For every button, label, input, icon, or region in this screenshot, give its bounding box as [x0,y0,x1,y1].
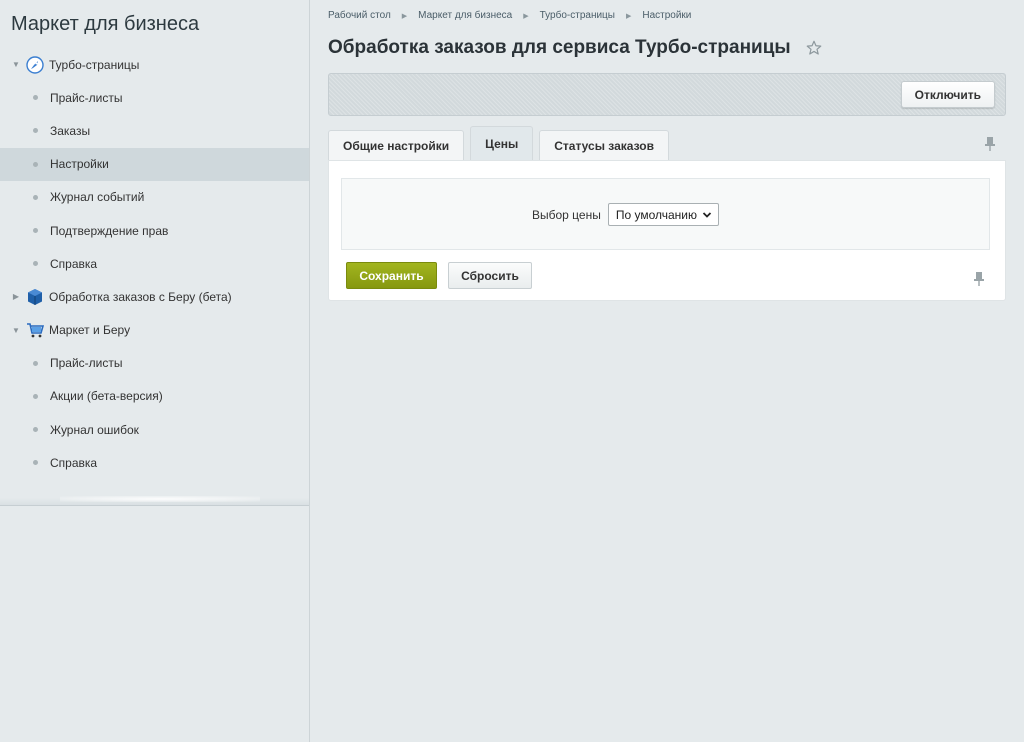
bullet-icon [33,460,38,466]
disable-button[interactable]: Отключить [900,81,995,108]
bullet-icon [33,194,38,200]
sidebar-title: Маркет для бизнеса [11,13,200,35]
price-label: Выбор цены [532,207,601,222]
breadcrumb: Рабочий стол ▶ Маркет для бизнеса ▶ Турб… [328,10,691,21]
bullet-icon [33,95,38,101]
sidebar-item-price-lists-2[interactable]: Прайс-листы [0,347,309,380]
sidebar-item-label: Прайс-листы [50,90,123,105]
rocket-icon [26,55,44,74]
reset-button[interactable]: Сбросить [448,262,532,289]
price-settings-box: Выбор цены По умолчанию [341,178,990,250]
sidebar-item-label: Акции (бета-версия) [50,389,163,404]
bullet-icon [33,393,38,399]
breadcrumb-item-turbo[interactable]: Турбо-страницы [540,10,615,21]
chevron-down-icon [702,209,712,219]
bullet-icon [33,161,38,167]
bullet-icon [33,128,38,134]
pin-icon[interactable] [984,136,996,152]
page-title-text: Обработка заказов для сервиса Турбо-стра… [328,37,791,58]
price-field-row: Выбор цены По умолчанию [532,203,719,226]
settings-panel: Выбор цены По умолчанию Сохранить Сброси… [328,160,1006,301]
sidebar-item-promotions[interactable]: Акции (бета-версия) [0,380,309,413]
sidebar-item-label: Справка [50,455,98,470]
tab-prices[interactable]: Цены [470,126,534,160]
sidebar-group-label: Маркет и Беру [49,323,131,338]
sidebar-item-rights-confirmation[interactable]: Подтверждение прав [0,214,309,247]
sidebar-menu: ▼ Турбо-страницы Прайс-листы Заказы Наст… [0,48,309,479]
bullet-icon [33,228,38,234]
price-select[interactable]: По умолчанию [607,203,719,226]
sidebar-divider-glow [60,496,260,502]
sidebar-item-label: Подтверждение прав [50,223,169,238]
bullet-icon [33,261,38,267]
sidebar: Маркет для бизнеса ▼ Турбо-страницы Прай… [0,0,310,742]
toolbar: Отключить [328,73,1006,116]
expand-arrow-icon[interactable]: ▼ [11,60,21,69]
pin-icon[interactable] [973,271,985,287]
sidebar-group-label: Обработка заказов с Беру (бета) [49,289,232,304]
sidebar-group-turbo[interactable]: ▼ Турбо-страницы [0,48,309,81]
sidebar-item-label: Справка [50,256,98,271]
sidebar-item-settings[interactable]: Настройки [0,147,309,181]
collapse-arrow-icon[interactable]: ▶ [11,292,21,301]
box-icon [26,288,44,306]
sidebar-item-help[interactable]: Справка [0,247,309,280]
sidebar-item-orders[interactable]: Заказы [0,114,309,147]
breadcrumb-item-market[interactable]: Маркет для бизнеса [418,10,512,21]
tabs: Общие настройки Цены Статусы заказов [328,126,675,160]
sidebar-group-market-beru[interactable]: ▼ Маркет и Беру [0,314,309,347]
sidebar-item-help-2[interactable]: Справка [0,446,309,479]
bullet-icon [33,360,38,366]
sidebar-item-label: Журнал ошибок [50,422,139,437]
price-select-value: По умолчанию [615,207,698,222]
page-title: Обработка заказов для сервиса Турбо-стра… [328,37,823,59]
star-icon[interactable] [805,39,823,57]
tab-general-settings[interactable]: Общие настройки [328,130,465,160]
save-button[interactable]: Сохранить [346,262,437,289]
breadcrumb-item-settings[interactable]: Настройки [642,10,691,21]
sidebar-item-price-lists[interactable]: Прайс-листы [0,81,309,114]
sidebar-item-label: Заказы [50,123,91,138]
sidebar-item-label: Настройки [50,157,109,172]
bullet-icon [33,427,38,433]
breadcrumb-separator-icon: ▶ [625,12,632,20]
sidebar-item-label: Прайс-листы [50,356,123,371]
breadcrumb-item-desktop[interactable]: Рабочий стол [328,10,391,21]
sidebar-group-label: Турбо-страницы [49,57,140,72]
cart-icon [26,321,44,339]
breadcrumb-separator-icon: ▶ [523,12,529,20]
sidebar-item-error-log[interactable]: Журнал ошибок [0,413,309,446]
tab-order-statuses[interactable]: Статусы заказов [539,130,669,160]
sidebar-item-label: Журнал событий [50,190,145,205]
sidebar-group-beru-orders[interactable]: ▶ Обработка заказов с Беру (бета) [0,280,309,313]
breadcrumb-separator-icon: ▶ [401,12,408,20]
sidebar-item-event-log[interactable]: Журнал событий [0,181,309,214]
expand-arrow-icon[interactable]: ▼ [11,326,21,335]
